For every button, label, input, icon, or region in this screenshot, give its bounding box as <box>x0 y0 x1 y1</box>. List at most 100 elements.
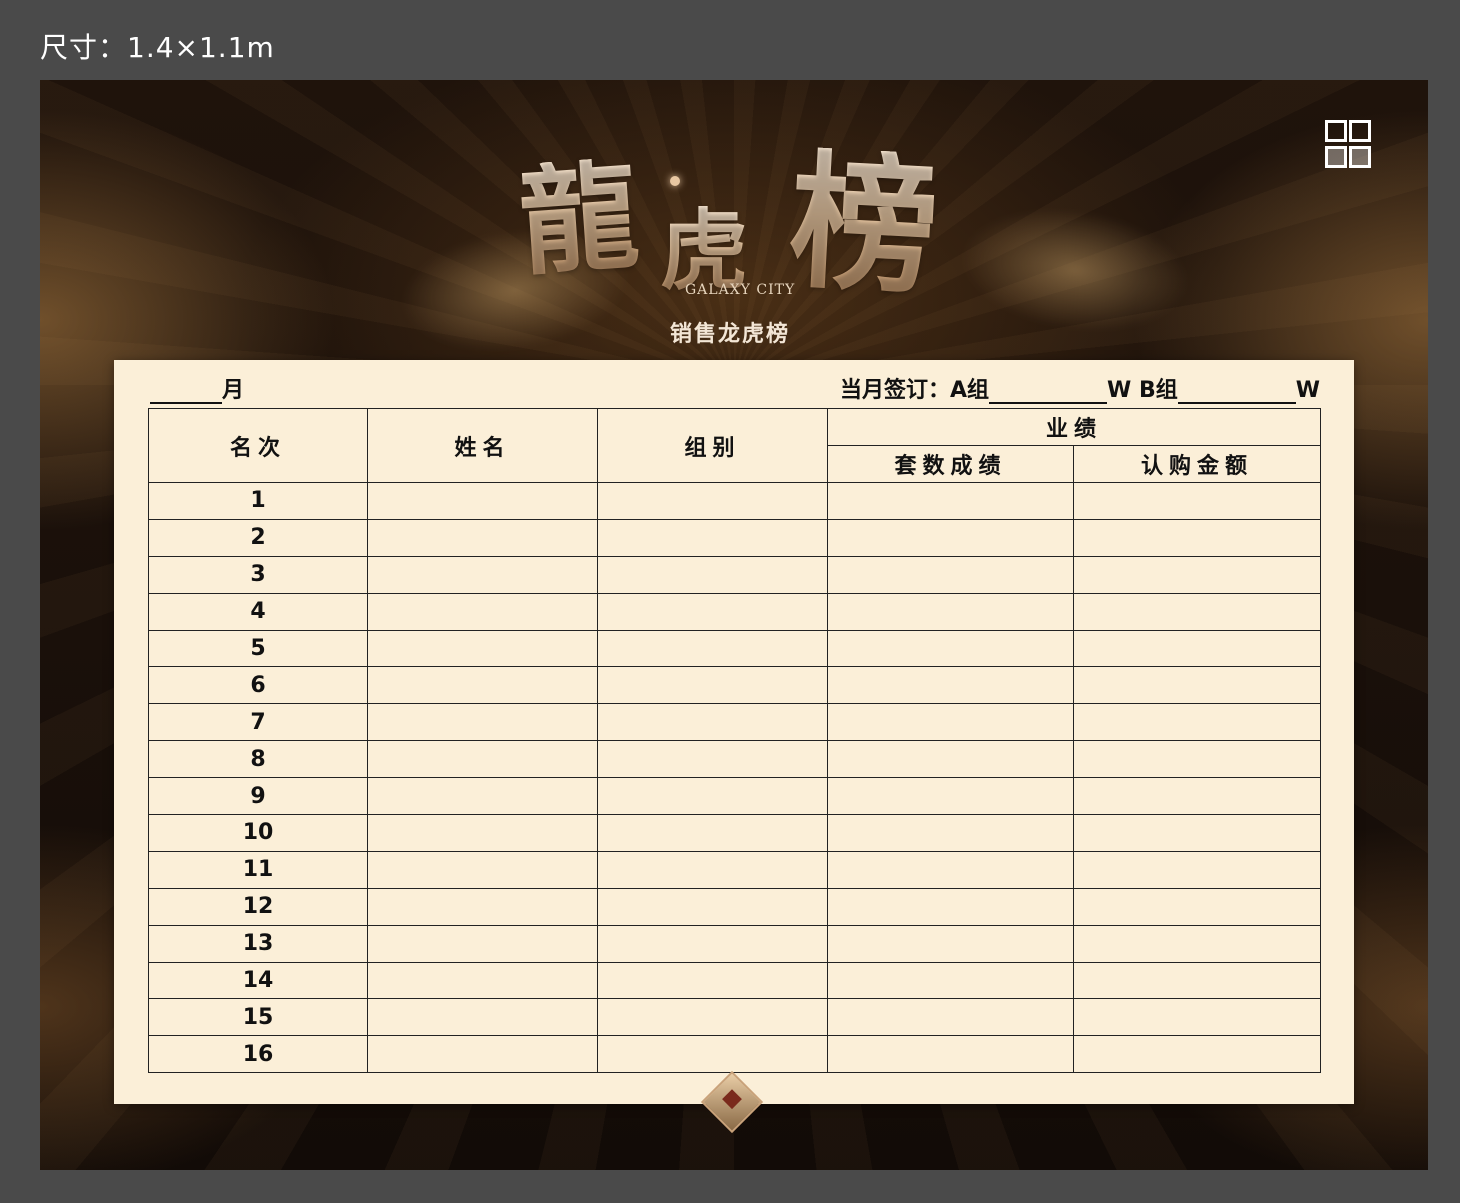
group-cell[interactable] <box>597 814 828 852</box>
sets-cell[interactable] <box>827 629 1074 668</box>
month-label: 月 <box>222 378 245 403</box>
table-row: 10 <box>148 814 1322 852</box>
amount-cell[interactable] <box>1072 814 1322 852</box>
group-cell[interactable] <box>597 961 828 1000</box>
sets-cell[interactable] <box>827 850 1074 889</box>
header-name: 姓名 <box>367 408 598 483</box>
amount-cell[interactable] <box>1072 961 1322 1000</box>
group-cell[interactable] <box>597 740 828 779</box>
amount-cell[interactable] <box>1072 850 1322 889</box>
table-row: 9 <box>148 777 1322 816</box>
sets-cell[interactable] <box>827 1035 1074 1074</box>
table-row: 14 <box>148 961 1322 1000</box>
name-cell[interactable] <box>367 629 598 668</box>
sets-cell[interactable] <box>827 961 1074 1000</box>
sets-cell[interactable] <box>827 998 1074 1037</box>
group-cell[interactable] <box>597 518 828 557</box>
name-cell[interactable] <box>367 924 598 963</box>
amount-cell[interactable] <box>1072 924 1322 963</box>
name-cell[interactable] <box>367 555 598 594</box>
sign-label: 当月签订：A组 <box>839 378 989 403</box>
rank-number: 2 <box>148 518 368 557</box>
amount-cell[interactable] <box>1072 666 1322 705</box>
table-row: 3 <box>148 555 1322 594</box>
sets-cell[interactable] <box>827 703 1074 742</box>
name-cell[interactable] <box>367 998 598 1037</box>
rank-number: 11 <box>148 850 368 889</box>
sets-cell[interactable] <box>827 592 1074 631</box>
table-row: 2 <box>148 518 1322 557</box>
brand-english: GALAXY CITY <box>685 282 796 298</box>
sets-cell[interactable] <box>827 740 1074 779</box>
header-rank: 名次 <box>148 408 368 483</box>
sets-cell[interactable] <box>827 666 1074 705</box>
ranking-rows: 1 2 3 4 5 6 7 8 9 10 11 12 13 14 15 16 <box>148 482 1322 1074</box>
amount-cell[interactable] <box>1072 555 1322 594</box>
sets-cell[interactable] <box>827 814 1074 852</box>
group-cell[interactable] <box>597 924 828 963</box>
sets-cell[interactable] <box>827 887 1074 926</box>
month-blank[interactable] <box>150 380 222 404</box>
group-cell[interactable] <box>597 629 828 668</box>
group-cell[interactable] <box>597 998 828 1037</box>
group-cell[interactable] <box>597 555 828 594</box>
name-cell[interactable] <box>367 961 598 1000</box>
name-cell[interactable] <box>367 887 598 926</box>
rank-number: 9 <box>148 777 368 816</box>
rank-number: 4 <box>148 592 368 631</box>
header-performance: 业绩 <box>826 408 1322 446</box>
amount-cell[interactable] <box>1072 887 1322 926</box>
group-cell[interactable] <box>597 1035 828 1074</box>
name-cell[interactable] <box>367 814 598 852</box>
sets-cell[interactable] <box>827 777 1074 816</box>
amount-cell[interactable] <box>1072 740 1322 779</box>
amount-cell[interactable] <box>1072 998 1322 1037</box>
group-a-blank[interactable] <box>989 380 1107 404</box>
amount-cell[interactable] <box>1072 592 1322 631</box>
logo-icon <box>1325 120 1371 170</box>
sets-cell[interactable] <box>827 518 1074 557</box>
group-cell[interactable] <box>597 482 828 520</box>
rank-number: 6 <box>148 666 368 705</box>
group-cell[interactable] <box>597 703 828 742</box>
name-cell[interactable] <box>367 518 598 557</box>
rank-number: 15 <box>148 998 368 1037</box>
name-cell[interactable] <box>367 482 598 520</box>
name-cell[interactable] <box>367 777 598 816</box>
name-cell[interactable] <box>367 850 598 889</box>
table-row: 11 <box>148 850 1322 889</box>
title-char-tiger: 虎 <box>660 198 749 302</box>
group-b-blank[interactable] <box>1177 380 1296 404</box>
sets-cell[interactable] <box>827 482 1074 520</box>
amount-cell[interactable] <box>1072 703 1322 742</box>
month-field: 月 <box>150 372 244 404</box>
group-cell[interactable] <box>597 887 828 926</box>
amount-cell[interactable] <box>1072 777 1322 816</box>
group-cell[interactable] <box>597 850 828 889</box>
group-cell[interactable] <box>597 592 828 631</box>
name-cell[interactable] <box>367 1035 598 1074</box>
sets-cell[interactable] <box>827 555 1074 594</box>
name-cell[interactable] <box>367 703 598 742</box>
rank-number: 16 <box>148 1035 368 1074</box>
rank-number: 7 <box>148 703 368 742</box>
rank-number: 13 <box>148 924 368 963</box>
table-row: 4 <box>148 592 1322 631</box>
amount-cell[interactable] <box>1072 518 1322 557</box>
unit-w-a: W <box>1107 378 1132 403</box>
name-cell[interactable] <box>367 740 598 779</box>
name-cell[interactable] <box>367 666 598 705</box>
header-amount: 认购金额 <box>1072 445 1322 483</box>
name-cell[interactable] <box>367 592 598 631</box>
star-icon <box>670 176 680 186</box>
group-b-label: B组 <box>1131 378 1178 403</box>
amount-cell[interactable] <box>1072 629 1322 668</box>
table-row: 13 <box>148 924 1322 963</box>
sets-cell[interactable] <box>827 924 1074 963</box>
group-cell[interactable] <box>597 666 828 705</box>
group-cell[interactable] <box>597 777 828 816</box>
amount-cell[interactable] <box>1072 1035 1322 1074</box>
amount-cell[interactable] <box>1072 482 1322 520</box>
monthly-signing: 当月签订：A组 W B组 W <box>840 372 1320 404</box>
table-row: 15 <box>148 998 1322 1037</box>
